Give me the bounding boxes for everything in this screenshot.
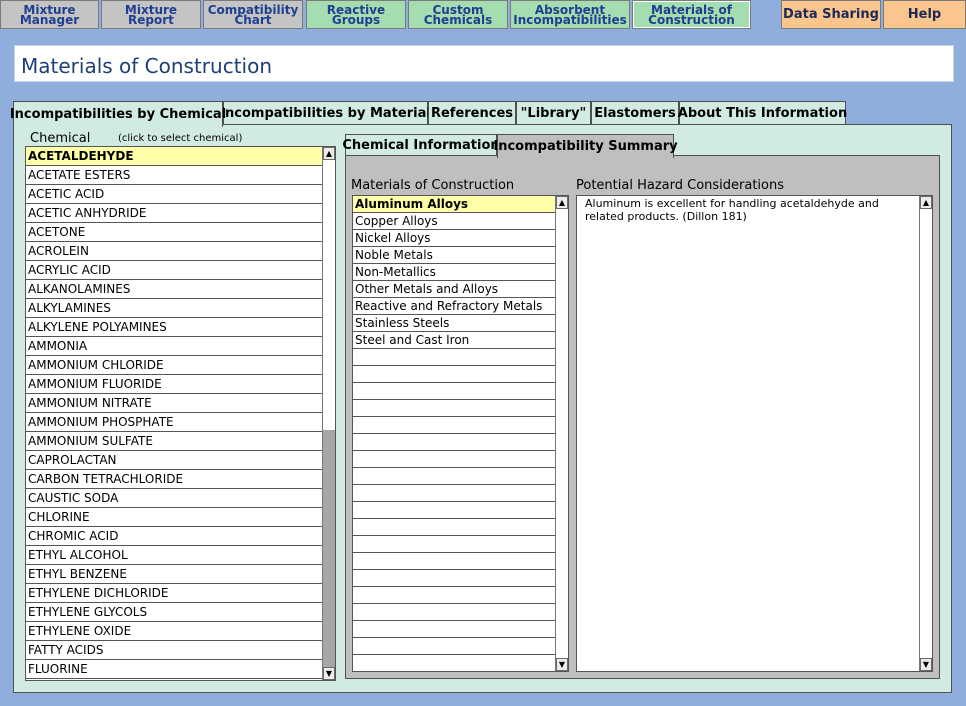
chemical-hint: (click to select chemical) (118, 133, 243, 144)
material-list-item[interactable]: Stainless Steels (353, 315, 557, 332)
materials-of-construction-button[interactable]: Materials of Construction (632, 0, 751, 29)
tab-incompatibility-summary[interactable]: Incompatibility Summary (493, 134, 678, 158)
tab-library[interactable]: "Library" (516, 101, 591, 125)
chemical-list-item[interactable]: ETHYLENE DICHLORIDE (26, 584, 324, 603)
hazard-text: Aluminum is excellent for handling aceta… (585, 197, 879, 223)
data-sharing-button[interactable]: Data Sharing (781, 0, 881, 29)
chemical-list-item[interactable]: CHROMIC ACID (26, 527, 324, 546)
chemical-list-item[interactable]: ALKANOLAMINES (26, 280, 324, 299)
material-list-empty-row[interactable] (353, 519, 557, 536)
reactive-groups-button[interactable]: Reactive Groups (306, 0, 406, 29)
scrollbar-track (323, 160, 335, 430)
chemical-list-item[interactable]: CARBON TETRACHLORIDE (26, 470, 324, 489)
tab-references[interactable]: References (428, 101, 516, 125)
chemical-list-item[interactable]: ACETIC ACID (26, 185, 324, 204)
material-list-empty-row[interactable] (353, 366, 557, 383)
material-list-item[interactable]: Nickel Alloys (353, 230, 557, 247)
down-arrow-icon[interactable]: ▼ (556, 658, 568, 671)
top-navigation: Mixture Manager Mixture Report Compatibi… (0, 0, 966, 30)
help-button[interactable]: Help (883, 0, 966, 29)
scrollbar-track (920, 209, 932, 659)
material-list-item[interactable]: Aluminum Alloys (353, 196, 557, 213)
chemical-list-item[interactable]: CHLORINE (26, 508, 324, 527)
chemical-list-item[interactable]: ACRYLIC ACID (26, 261, 324, 280)
absorbent-incompatibilities-button[interactable]: Absorbent Incompatibilities (510, 0, 630, 29)
hazard-scrollbar[interactable]: ▲ ▼ (919, 196, 932, 671)
chemical-list-item[interactable]: AMMONIA (26, 337, 324, 356)
chemical-list-item[interactable]: ACETONE (26, 223, 324, 242)
chemical-list-item[interactable]: ETHYL BENZENE (26, 565, 324, 584)
up-arrow-icon[interactable]: ▲ (920, 196, 932, 209)
material-list-item[interactable]: Steel and Cast Iron (353, 332, 557, 349)
chemical-list-item[interactable]: AMMONIUM CHLORIDE (26, 356, 324, 375)
material-list-empty-row[interactable] (353, 417, 557, 434)
material-list-empty-row[interactable] (353, 570, 557, 587)
tab-chemical-information[interactable]: Chemical Information (342, 134, 500, 156)
chemical-list-item[interactable]: FLUORINE (26, 660, 324, 679)
page-title: Materials of Construction (14, 45, 954, 82)
chemical-list-item[interactable]: CAUSTIC SODA (26, 489, 324, 508)
tab-incompatibilities-by-material[interactable]: Incompatibilities by Material (220, 101, 431, 125)
chemical-list-item[interactable]: AMMONIUM NITRATE (26, 394, 324, 413)
material-list-item[interactable]: Non-Metallics (353, 264, 557, 281)
down-arrow-icon[interactable]: ▼ (323, 667, 335, 680)
chemical-list-item[interactable]: ACETALDEHYDE (26, 147, 324, 166)
material-list-empty-row[interactable] (353, 553, 557, 570)
mixture-manager-button[interactable]: Mixture Manager (0, 0, 99, 29)
chemical-list-item[interactable]: ACETIC ANHYDRIDE (26, 204, 324, 223)
material-list-empty-row[interactable] (353, 502, 557, 519)
material-list-empty-row[interactable] (353, 536, 557, 553)
material-list-empty-row[interactable] (353, 655, 557, 671)
down-arrow-icon[interactable]: ▼ (920, 658, 932, 671)
chemical-list-item[interactable]: ALKYLENE POLYAMINES (26, 318, 324, 337)
material-list-empty-row[interactable] (353, 400, 557, 417)
chemical-list[interactable]: ACETALDEHYDE ACETATE ESTERS ACETIC ACID ACE… (25, 146, 336, 681)
material-list-empty-row[interactable] (353, 451, 557, 468)
material-list-item[interactable]: Other Metals and Alloys (353, 281, 557, 298)
materials-label: Materials of Construction (351, 178, 515, 193)
compatibility-chart-button[interactable]: Compatibility Chart (203, 0, 303, 29)
material-list-empty-row[interactable] (353, 621, 557, 638)
material-list-item[interactable]: Reactive and Refractory Metals (353, 298, 557, 315)
material-list-empty-row[interactable] (353, 587, 557, 604)
materials-list[interactable]: Aluminum Alloys Copper Alloys Nickel Alloy… (352, 195, 569, 672)
chemical-list-item[interactable]: ETHYLENE OXIDE (26, 622, 324, 641)
chemical-list-item[interactable]: AMMONIUM PHOSPHATE (26, 413, 324, 432)
chemical-list-item[interactable]: AMMONIUM SULFATE (26, 432, 324, 451)
hazard-label: Potential Hazard Considerations (576, 178, 785, 193)
tab-elastomers[interactable]: Elastomers (591, 101, 679, 125)
chemical-list-scrollbar[interactable]: ▲ ▼ (322, 147, 335, 680)
chemical-list-item[interactable]: ETHYLENE GLYCOLS (26, 603, 324, 622)
chemical-label: Chemical (30, 131, 91, 146)
material-list-empty-row[interactable] (353, 485, 557, 502)
chemical-list-item[interactable]: CAPROLACTAN (26, 451, 324, 470)
chemical-list-item[interactable]: FATTY ACIDS (26, 641, 324, 660)
material-list-empty-row[interactable] (353, 434, 557, 451)
material-list-item[interactable]: Noble Metals (353, 247, 557, 264)
materials-list-scrollbar[interactable]: ▲ ▼ (555, 196, 568, 671)
tab-incompatibilities-by-chemical[interactable]: Incompatibilities by Chemical (10, 101, 226, 127)
chemical-list-item[interactable]: ETHYL ALCOHOL (26, 546, 324, 565)
material-list-empty-row[interactable] (353, 638, 557, 655)
material-list-empty-row[interactable] (353, 383, 557, 400)
material-list-empty-row[interactable] (353, 349, 557, 366)
hazard-considerations-box[interactable]: Aluminum is excellent for handling aceta… (576, 195, 933, 672)
material-list-empty-row[interactable] (353, 604, 557, 621)
chemical-list-item[interactable]: ACROLEIN (26, 242, 324, 261)
material-list-item[interactable]: Copper Alloys (353, 213, 557, 230)
mixture-report-button[interactable]: Mixture Report (101, 0, 201, 29)
scrollbar-track (556, 209, 568, 659)
tab-about-this-information[interactable]: About This Information (678, 101, 847, 125)
up-arrow-icon[interactable]: ▲ (323, 147, 335, 160)
up-arrow-icon[interactable]: ▲ (556, 196, 568, 209)
custom-chemicals-button[interactable]: Custom Chemicals (408, 0, 508, 29)
material-list-empty-row[interactable] (353, 468, 557, 485)
chemical-list-item[interactable]: ALKYLAMINES (26, 299, 324, 318)
chemical-list-item[interactable]: AMMONIUM FLUORIDE (26, 375, 324, 394)
chemical-list-item[interactable]: ACETATE ESTERS (26, 166, 324, 185)
